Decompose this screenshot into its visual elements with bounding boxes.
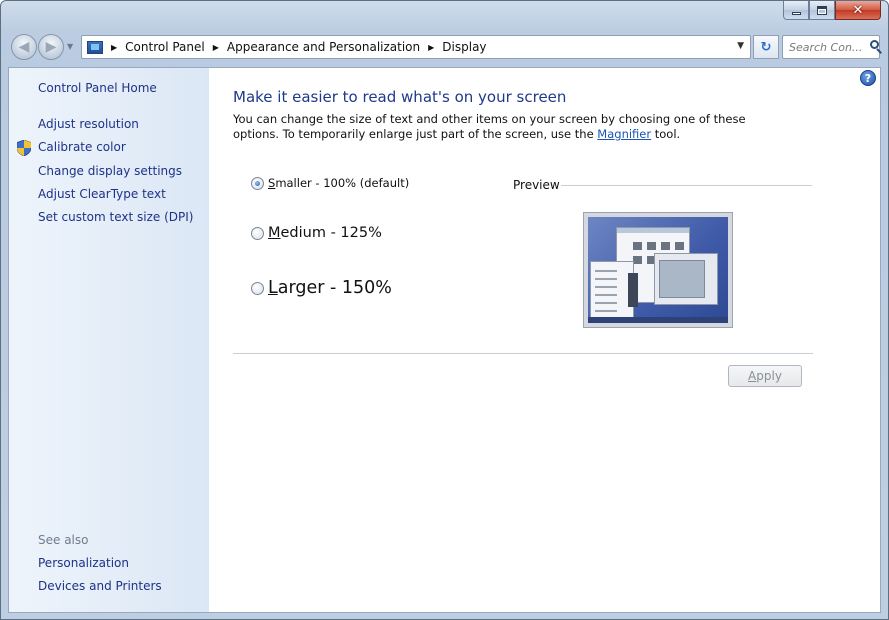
caption-buttons: ✕ bbox=[783, 1, 881, 20]
control-panel-icon bbox=[87, 40, 103, 54]
refresh-button[interactable]: ↻ bbox=[753, 35, 779, 59]
page-description: You can change the size of text and othe… bbox=[233, 112, 793, 142]
section-divider bbox=[233, 353, 813, 354]
breadcrumb-separator-icon[interactable]: ▶ bbox=[213, 43, 219, 52]
breadcrumb-separator-icon[interactable]: ▶ bbox=[111, 43, 117, 52]
magnifier-link[interactable]: Magnifier bbox=[597, 127, 651, 141]
maximize-button[interactable] bbox=[809, 1, 835, 20]
breadcrumb-separator-icon[interactable]: ▶ bbox=[428, 43, 434, 52]
forward-button[interactable]: ▶ bbox=[38, 34, 64, 60]
sidebar-link-control-panel-home[interactable]: Control Panel Home bbox=[38, 81, 157, 95]
sidebar-link-set-custom-text-size[interactable]: Set custom text size (DPI) bbox=[38, 210, 193, 224]
close-button[interactable]: ✕ bbox=[835, 1, 881, 20]
apply-button[interactable]: Apply bbox=[728, 365, 802, 387]
option-larger-label: Larger - 150% bbox=[268, 278, 392, 298]
client-area: Control Panel Home Adjust resolution Cal… bbox=[8, 67, 881, 613]
help-icon[interactable]: ? bbox=[860, 70, 876, 86]
sidebar-link-personalization[interactable]: Personalization bbox=[38, 556, 129, 570]
minimize-button[interactable] bbox=[783, 1, 809, 20]
radio-medium[interactable] bbox=[251, 226, 264, 240]
page-title: Make it easier to read what's on your sc… bbox=[233, 88, 567, 106]
search-icon[interactable] bbox=[869, 40, 882, 54]
close-icon: ✕ bbox=[852, 2, 864, 18]
radio-smaller[interactable] bbox=[251, 176, 264, 190]
option-medium-label: Medium - 125% bbox=[268, 225, 382, 241]
navigation-bar: ◀ ▶ ▼ ▶ Control Panel ▶ Appearance and P… bbox=[9, 34, 882, 60]
arrow-left-icon: ◀ bbox=[18, 39, 30, 55]
option-medium[interactable]: Medium - 125% bbox=[251, 225, 382, 241]
sidebar-link-change-display-settings[interactable]: Change display settings bbox=[38, 164, 182, 178]
sidebar: Control Panel Home Adjust resolution Cal… bbox=[9, 68, 209, 612]
search-input[interactable] bbox=[789, 40, 867, 54]
breadcrumb-control-panel[interactable]: Control Panel bbox=[125, 40, 205, 54]
preview-image bbox=[583, 212, 733, 328]
sidebar-link-devices-and-printers[interactable]: Devices and Printers bbox=[38, 579, 162, 593]
maximize-icon bbox=[817, 5, 827, 15]
option-smaller-label: Smaller - 100% (default) bbox=[268, 176, 410, 190]
uac-shield-icon bbox=[17, 140, 31, 156]
breadcrumb-appearance-and-personalization[interactable]: Appearance and Personalization bbox=[227, 40, 420, 54]
sidebar-link-adjust-cleartype-text[interactable]: Adjust ClearType text bbox=[38, 187, 166, 201]
see-also-label: See also bbox=[38, 533, 89, 547]
search-box[interactable] bbox=[782, 35, 882, 59]
option-smaller[interactable]: Smaller - 100% (default) bbox=[251, 176, 409, 190]
sidebar-link-calibrate-color[interactable]: Calibrate color bbox=[38, 140, 126, 154]
window-frame: ✕ ◀ ▶ ▼ ▶ Control Panel ▶ Appearance and… bbox=[0, 0, 889, 620]
refresh-icon: ↻ bbox=[760, 39, 772, 55]
preview-divider bbox=[561, 185, 812, 186]
minimize-icon bbox=[791, 11, 801, 15]
breadcrumb-display[interactable]: Display bbox=[442, 40, 486, 54]
radio-larger[interactable] bbox=[251, 281, 264, 295]
preview-label: Preview bbox=[513, 178, 560, 192]
option-larger[interactable]: Larger - 150% bbox=[251, 278, 392, 298]
arrow-right-icon: ▶ bbox=[45, 39, 57, 55]
back-button[interactable]: ◀ bbox=[11, 34, 37, 60]
recent-pages-dropdown[interactable]: ▼ bbox=[67, 42, 73, 51]
address-bar[interactable]: ▶ Control Panel ▶ Appearance and Persona… bbox=[81, 35, 751, 59]
sidebar-link-adjust-resolution[interactable]: Adjust resolution bbox=[38, 117, 139, 131]
description-text-end: tool. bbox=[651, 127, 681, 141]
address-dropdown-icon[interactable]: ▼ bbox=[737, 41, 744, 51]
main-content: ? Make it easier to read what's on your … bbox=[209, 68, 880, 612]
